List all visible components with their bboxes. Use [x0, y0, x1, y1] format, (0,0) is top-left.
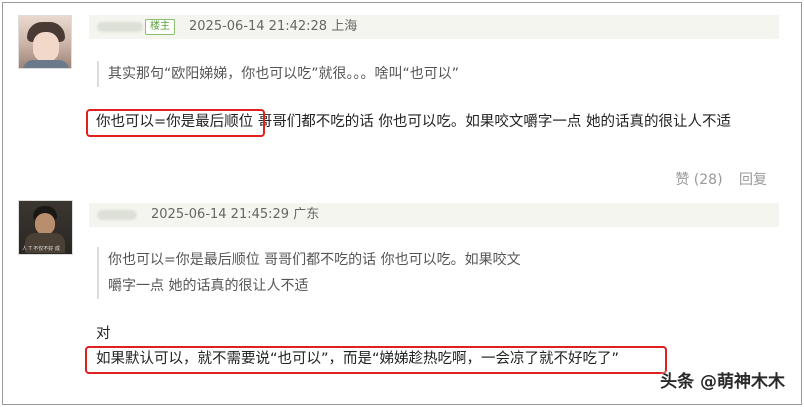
avatar-caption: 人 T 不仅不好 成: [22, 246, 60, 252]
comment-actions: 赞 (28) 回复: [663, 169, 767, 189]
quote-line: 你也可以=你是最后顺位 哥哥们都不吃的话 你也可以吃。如果咬文: [108, 252, 521, 268]
quoted-comment: 你也可以=你是最后顺位 哥哥们都不吃的话 你也可以吃。如果咬文 嚼字一点 她的话…: [97, 247, 617, 299]
red-highlight-box: [85, 346, 667, 374]
reply-button[interactable]: 回复: [739, 172, 767, 188]
comment-meta: 2025-06-14 21:42:28 上海: [189, 19, 358, 34]
watermark: 头条 @萌神木木: [660, 372, 785, 392]
username-blurred[interactable]: [97, 210, 137, 220]
username-blurred[interactable]: [97, 22, 143, 32]
red-highlight-box: [86, 109, 265, 137]
comment-header: 楼主 2025-06-14 21:42:28 上海: [89, 15, 779, 39]
user-avatar[interactable]: [18, 15, 72, 69]
quoted-comment: 其实那句“欧阳娣娣，你也可以吃”就很。。。啥叫“也可以”: [97, 61, 737, 87]
comment-header: 2025-06-14 21:45:29 广东: [89, 203, 779, 227]
comment-body-text: 哥哥们都不吃的话 你也可以吃。如果咬文嚼字一点 她的话真的很让人不适: [253, 114, 731, 130]
user-avatar[interactable]: 人 T 不仅不好 成: [18, 200, 73, 255]
op-badge: 楼主: [145, 19, 175, 35]
quote-line: 嚼字一点 她的话真的很让人不适: [108, 278, 309, 294]
comment-meta: 2025-06-14 21:45:29 广东: [151, 207, 320, 222]
like-button[interactable]: 赞 (28): [675, 172, 722, 188]
comment-body: 对: [96, 326, 111, 342]
comment-thread: 楼主 2025-06-14 21:42:28 上海 其实那句“欧阳娣娣，你也可以…: [2, 2, 802, 405]
